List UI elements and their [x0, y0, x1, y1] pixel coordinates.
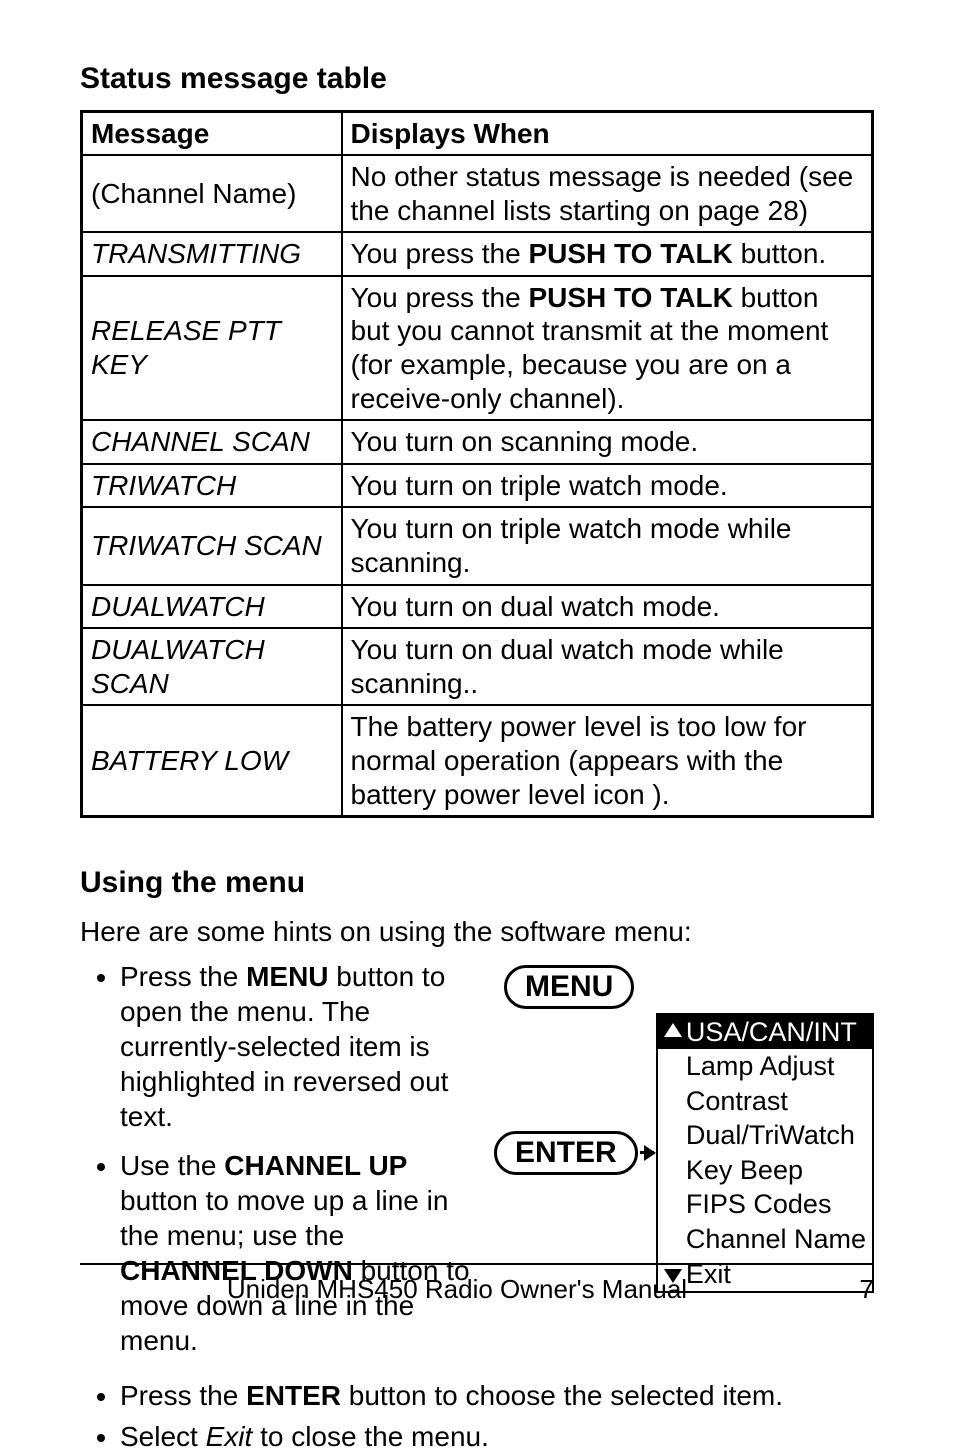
page-footer: Uniden MHS450 Radio Owner's Manual 7: [80, 1273, 874, 1306]
message-cell: TRIWATCH: [82, 464, 342, 508]
footer-rule: [80, 1263, 874, 1265]
table-row: BATTERY LOWThe battery power level is to…: [82, 705, 873, 816]
table-row: TRIWATCH SCANYou turn on triple watch mo…: [82, 507, 873, 584]
displays-when-cell: You turn on dual watch mode while scanni…: [342, 628, 873, 705]
menu-list-box: USA/CAN/INTLamp AdjustContrastDual/TriWa…: [656, 1013, 874, 1293]
message-cell: TRANSMITTING: [82, 232, 342, 276]
arrow-icon: [640, 1151, 654, 1154]
list-item: Press the ENTER button to choose the sel…: [120, 1378, 874, 1413]
displays-when-cell: You turn on triple watch mode while scan…: [342, 507, 873, 584]
menu-intro: Here are some hints on using the softwar…: [80, 914, 874, 949]
message-cell: TRIWATCH SCAN: [82, 507, 342, 584]
menu-button-lozenge: MENU: [504, 965, 634, 1009]
table-row: CHANNEL SCANYou turn on scanning mode.: [82, 420, 873, 464]
menu-diagram: MENU ENTER USA/CAN/INTLamp AdjustContras…: [494, 959, 874, 1293]
message-cell: DUALWATCH SCAN: [82, 628, 342, 705]
displays-when-cell: You press the PUSH TO TALK button.: [342, 232, 873, 276]
menu-item: Dual/TriWatch: [658, 1118, 872, 1153]
using-menu-heading: Using the menu: [80, 864, 874, 902]
table-row: DUALWATCHYou turn on dual watch mode.: [82, 585, 873, 629]
table-row: TRANSMITTINGYou press the PUSH TO TALK b…: [82, 232, 873, 276]
message-cell: CHANNEL SCAN: [82, 420, 342, 464]
table-row: DUALWATCH SCANYou turn on dual watch mod…: [82, 628, 873, 705]
menu-hints-list-cont: Press the ENTER button to choose the sel…: [120, 1378, 874, 1454]
table-row: TRIWATCHYou turn on triple watch mode.: [82, 464, 873, 508]
menu-item: Key Beep: [658, 1153, 872, 1188]
page-number: 7: [834, 1273, 874, 1306]
footer-title: Uniden MHS450 Radio Owner's Manual: [80, 1273, 834, 1306]
col-message: Message: [82, 111, 342, 155]
menu-item: USA/CAN/INT: [658, 1015, 872, 1050]
displays-when-cell: You turn on triple watch mode.: [342, 464, 873, 508]
menu-item: Lamp Adjust: [658, 1049, 872, 1084]
displays-when-cell: You turn on dual watch mode.: [342, 585, 873, 629]
status-table-heading: Status message table: [80, 60, 874, 98]
list-item: Press the MENU button to open the menu. …: [120, 959, 474, 1134]
menu-item: Channel Name: [658, 1222, 872, 1257]
displays-when-cell: You turn on scanning mode.: [342, 420, 873, 464]
list-item: Select Exit to close the menu.: [120, 1419, 874, 1454]
list-item: Use the CHANNEL UP button to move up a l…: [120, 1148, 474, 1358]
displays-when-cell: You press the PUSH TO TALK button but yo…: [342, 276, 873, 420]
table-row: RELEASE PTT KEYYou press the PUSH TO TAL…: [82, 276, 873, 420]
message-cell: DUALWATCH: [82, 585, 342, 629]
displays-when-cell: The battery power level is too low for n…: [342, 705, 873, 816]
menu-item: Contrast: [658, 1084, 872, 1119]
table-row: (Channel Name)No other status message is…: [82, 155, 873, 232]
col-displays-when: Displays When: [342, 111, 873, 155]
enter-button-lozenge: ENTER: [494, 1131, 638, 1175]
message-cell: BATTERY LOW: [82, 705, 342, 816]
scroll-up-icon: [664, 1023, 682, 1037]
displays-when-cell: No other status message is needed (see t…: [342, 155, 873, 232]
menu-item: FIPS Codes: [658, 1187, 872, 1222]
menu-hints-list: Press the MENU button to open the menu. …: [120, 959, 474, 1372]
message-cell: RELEASE PTT KEY: [82, 276, 342, 420]
message-cell: (Channel Name): [82, 155, 342, 232]
status-message-table: Message Displays When (Channel Name)No o…: [80, 110, 874, 819]
